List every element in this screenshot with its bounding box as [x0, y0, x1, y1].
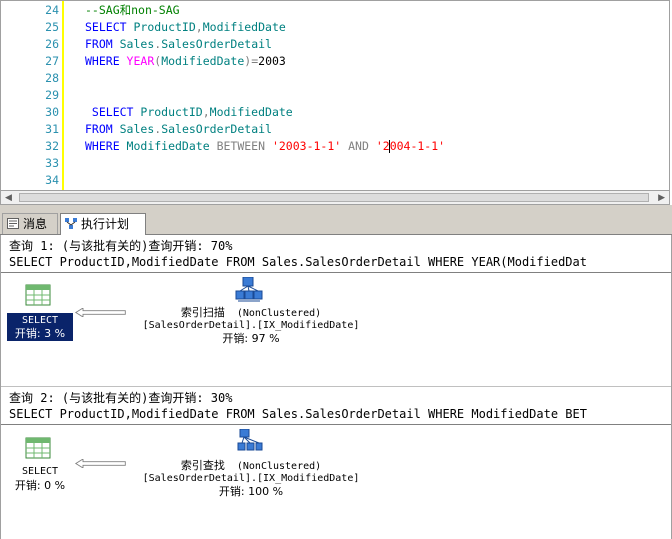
query-2-op-kind: (NonClustered)	[236, 461, 322, 472]
query-2-op-object: [SalesOrderDetail].[IX_ModifiedDate]	[142, 473, 360, 484]
code-token: ModifiedDate	[202, 20, 286, 34]
query-1-operator: 索引扫描 (NonClustered)	[131, 306, 371, 320]
code-line[interactable]: 24 --SAG和non-SAG	[1, 2, 661, 19]
query-2-select-label: SELECT	[21, 466, 59, 477]
scroll-left-icon[interactable]: ◀	[5, 193, 12, 203]
code-text[interactable]: --SAG和non-SAG	[85, 2, 180, 19]
code-text[interactable]: WHERE ModifiedDate BETWEEN '2003-1-1' AN…	[85, 138, 445, 155]
line-number: 24	[45, 3, 59, 17]
query-1-divider	[1, 272, 671, 273]
query-separator	[1, 386, 671, 387]
query-1-flow-arrow	[74, 308, 126, 317]
line-number: 33	[45, 156, 59, 170]
code-token: SalesOrderDetail	[161, 122, 272, 136]
editor-horizontal-scrollbar[interactable]: ◀ ▶	[0, 190, 670, 205]
code-token: SELECT	[85, 105, 141, 119]
index-scan-icon[interactable]	[235, 277, 263, 303]
code-token: AND	[341, 139, 376, 153]
line-number: 31	[45, 122, 59, 136]
query-1-op-kind: (NonClustered)	[236, 308, 322, 319]
tab-execution-plan-label: 执行计划	[81, 217, 130, 231]
query-1-select-cost: 开销: 3 %	[14, 327, 66, 340]
query-2-flow-arrow	[74, 459, 126, 468]
code-line[interactable]: 32 WHERE ModifiedDate BETWEEN '2003-1-1' …	[1, 138, 661, 155]
line-number: 30	[45, 105, 59, 119]
tab-messages[interactable]: 消息	[2, 213, 58, 234]
code-line[interactable]: 31 FROM Sales.SalesOrderDetail	[1, 121, 661, 138]
scroll-thumb[interactable]	[19, 193, 649, 202]
code-token: WHERE	[85, 139, 127, 153]
code-line[interactable]: 33	[1, 155, 661, 172]
code-token: --SAG和non-SAG	[85, 3, 180, 17]
code-token: FROM	[85, 122, 120, 136]
code-text[interactable]: WHERE YEAR(ModifiedDate)=2003	[85, 53, 286, 70]
index-seek-icon[interactable]	[237, 429, 263, 455]
execution-plan-pane[interactable]: 查询 1: (与该批有关的)查询开销: 70% SELECT ProductID…	[0, 235, 672, 539]
code-token: '2003-1-1'	[271, 139, 342, 153]
code-text[interactable]: FROM Sales.SalesOrderDetail	[85, 36, 272, 53]
code-text[interactable]: SELECT ProductID,ModifiedDate	[85, 19, 286, 36]
code-token: YEAR	[126, 54, 155, 68]
code-token: ModifiedDate	[126, 139, 217, 153]
code-token: ,	[202, 105, 210, 119]
code-token: Sales	[119, 122, 155, 136]
code-line[interactable]: 28	[1, 70, 661, 87]
code-token: BETWEEN	[216, 139, 272, 153]
code-token: ModifiedDate	[161, 54, 245, 68]
code-token: ProductID	[133, 20, 196, 34]
code-token: Sales	[119, 37, 155, 51]
code-text[interactable]: FROM Sales.SalesOrderDetail	[85, 121, 272, 138]
code-token: SalesOrderDetail	[161, 37, 272, 51]
line-number: 25	[45, 20, 59, 34]
query-2-op-name: 索引查找	[180, 459, 225, 472]
code-line[interactable]: 30 SELECT ProductID,ModifiedDate	[1, 104, 661, 121]
tab-execution-plan[interactable]: 执行计划	[60, 213, 146, 235]
code-token: FROM	[85, 37, 120, 51]
query-1-op-name: 索引扫描	[180, 306, 225, 319]
code-token: ,	[195, 20, 203, 34]
sql-editor[interactable]: 24 --SAG和non-SAG 25 SELECT ProductID,Modifi…	[0, 0, 670, 191]
code-line[interactable]: 29	[1, 87, 661, 104]
code-token: 004-1-1'	[389, 139, 446, 153]
select-operator-icon[interactable]	[25, 437, 53, 461]
code-text[interactable]: SELECT ProductID,ModifiedDate	[85, 104, 293, 121]
line-number: 34	[45, 173, 59, 187]
query-1-select-label: SELECT	[21, 315, 59, 326]
code-token: 2003	[258, 54, 286, 68]
code-line[interactable]: 26 FROM Sales.SalesOrderDetail	[1, 36, 661, 53]
line-number: 28	[45, 71, 59, 85]
results-tabstrip: 消息 执行计划	[0, 211, 672, 235]
query-1-header: 查询 1: (与该批有关的)查询开销: 70%	[9, 239, 233, 253]
query-2-op-cost: 开销: 100 %	[218, 485, 284, 498]
line-number: 32	[45, 139, 59, 153]
query-2-select-cost: 开销: 0 %	[14, 479, 66, 492]
code-token: SELECT	[85, 20, 134, 34]
line-number: 27	[45, 54, 59, 68]
query-2-header: 查询 2: (与该批有关的)查询开销: 30%	[9, 391, 233, 405]
query-2-sql: SELECT ProductID,ModifiedDate FROM Sales…	[9, 407, 587, 421]
scroll-right-icon[interactable]: ▶	[658, 193, 665, 203]
code-line[interactable]: 27 WHERE YEAR(ModifiedDate)=2003	[1, 53, 661, 70]
query-1-op-cost: 开销: 97 %	[222, 332, 280, 345]
tab-messages-label: 消息	[23, 217, 48, 231]
code-token: WHERE	[85, 54, 127, 68]
line-number: 26	[45, 37, 59, 51]
messages-icon	[7, 218, 19, 229]
query-1-op-object: [SalesOrderDetail].[IX_ModifiedDate]	[142, 320, 360, 331]
code-token: ProductID	[140, 105, 203, 119]
query-1-sql: SELECT ProductID,ModifiedDate FROM Sales…	[9, 255, 587, 269]
execution-plan-icon	[65, 218, 77, 229]
code-line[interactable]: 34	[1, 172, 661, 189]
select-operator-icon[interactable]	[25, 284, 53, 308]
code-token: '2	[375, 139, 390, 153]
query-2-operator: 索引查找 (NonClustered)	[131, 459, 371, 473]
query-2-divider	[1, 424, 671, 425]
line-number: 29	[45, 88, 59, 102]
code-line[interactable]: 25 SELECT ProductID,ModifiedDate	[1, 19, 661, 36]
code-token: ModifiedDate	[209, 105, 293, 119]
